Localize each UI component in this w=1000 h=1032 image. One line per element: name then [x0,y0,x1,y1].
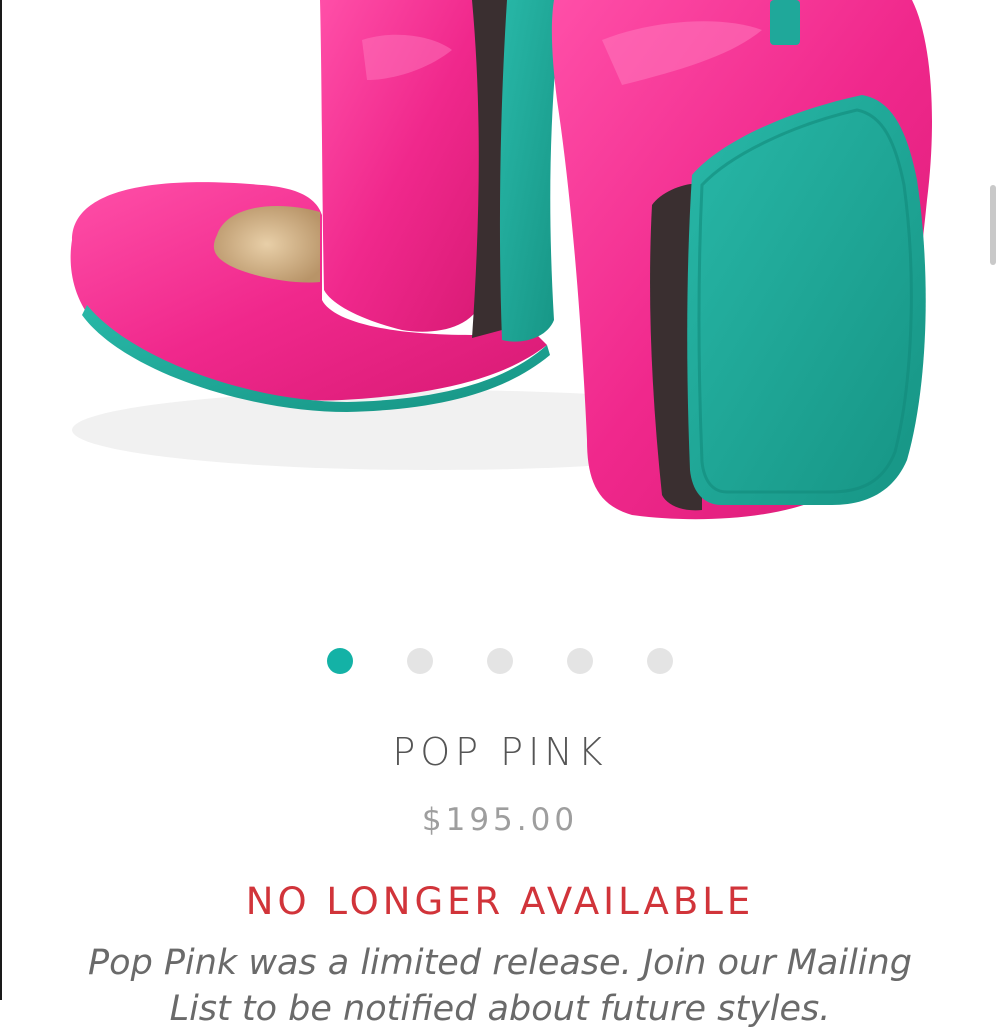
product-title: POP PINK [392,730,608,774]
availability-status: NO LONGER AVAILABLE [245,880,755,923]
product-image[interactable] [2,0,992,600]
product-price: $195.00 [421,802,579,838]
carousel-dot-2[interactable] [407,648,433,674]
carousel-pagination [0,648,1000,676]
carousel-dot-5[interactable] [647,648,673,674]
scrollbar[interactable] [990,0,996,1000]
carousel-dot-4[interactable] [567,648,593,674]
scrollbar-thumb[interactable] [990,185,996,265]
product-description: Pop Pink was a limited release. Join our… [88,943,912,1029]
carousel-dot-3[interactable] [487,648,513,674]
carousel-dot-1[interactable] [327,648,353,674]
